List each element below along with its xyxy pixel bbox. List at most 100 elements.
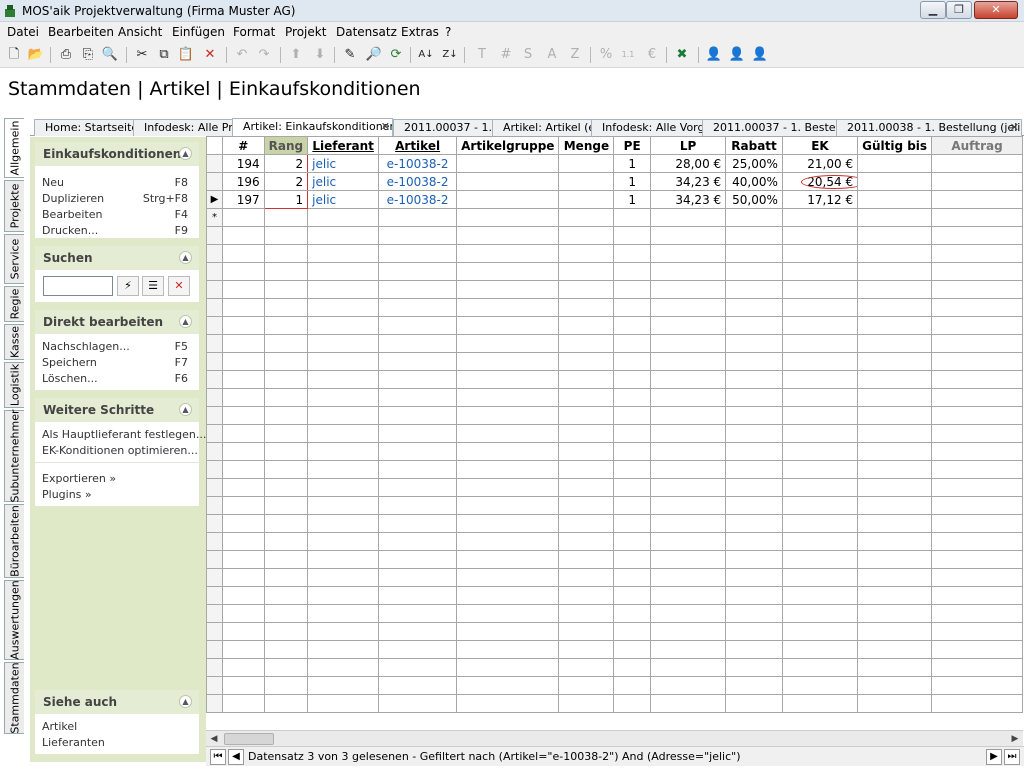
collapse-icon[interactable]: ▲ [179,695,192,708]
table-row[interactable]: 196 2 jelic e-10038-2 1 34,23 € 40,00% 2… [206,172,1023,191]
doc-tab-infodesk-projekte[interactable]: Infodesk: Alle Proj [133,119,235,136]
vtab-bueroarbeiten[interactable]: Büroarbeiten [4,504,24,578]
doc-tab-home[interactable]: Home: Startseite [34,119,134,136]
cell-artikel[interactable]: e-10038-2 [378,154,458,173]
cell-pe[interactable]: 1 [613,190,651,209]
action-duplizieren[interactable]: Duplizieren [42,192,104,205]
col-header-menge[interactable]: Menge [558,136,615,155]
percent-icon[interactable]: % [596,45,616,65]
open-folder-icon[interactable]: 📂 [26,45,46,65]
row-indicator[interactable] [206,154,223,173]
cell-id[interactable]: 194 [222,154,265,173]
menu-format[interactable]: Format [233,25,275,39]
col-header-auftrag[interactable]: Auftrag [931,136,1023,155]
col-header-id[interactable]: # [222,136,265,155]
menu-datensatz[interactable]: Datensatz [336,25,397,39]
collapse-icon[interactable]: ▲ [179,315,192,328]
copy-icon[interactable]: ⧉ [154,45,174,65]
find-icon[interactable]: 🔎 [364,45,384,65]
sort-ascending-icon[interactable]: A↓ [416,45,436,65]
new-row[interactable]: * [206,208,1023,227]
move-down-icon[interactable]: ⬇ [310,45,330,65]
number-format-icon[interactable]: # [496,45,516,65]
horizontal-scrollbar[interactable]: ◀ ▶ [206,730,1023,746]
vtab-service[interactable]: Service [4,234,24,284]
cell-rang[interactable]: 2 [263,154,309,173]
col-header-rang[interactable]: Rang [263,136,309,155]
previous-record-icon[interactable]: ◀ [228,749,244,765]
menu-projekt[interactable]: Projekt [285,25,326,39]
print-icon[interactable]: ⎙ [56,45,76,65]
collapse-icon[interactable]: ▲ [179,147,192,160]
col-header-lp[interactable]: LP [649,136,727,155]
cell-ek[interactable]: 21,00 € [781,154,859,173]
doc-tab-infodesk-vorgaenge[interactable]: Infodesk: Alle Vorgän [591,119,703,136]
redo-icon[interactable]: ↷ [254,45,274,65]
cell-ek-highlighted[interactable]: 20,54 € [781,172,859,191]
vtab-regie[interactable]: Regie [4,286,24,322]
print-preview-icon[interactable]: 🔍 [100,45,120,65]
cell-rabatt[interactable]: 50,00% [725,190,783,209]
link-lieferanten[interactable]: Lieferanten [42,736,105,749]
search-input[interactable] [43,276,113,296]
paste-icon[interactable]: 📋 [176,45,196,65]
cell-artikelgruppe[interactable] [456,154,560,173]
close-tab-icon[interactable]: ✕ [1010,120,1019,135]
menu-extras[interactable]: Extras [401,25,439,39]
close-tab-icon[interactable]: ✕ [381,119,390,134]
cell-gueltig-bis[interactable] [857,190,933,209]
user-blue-icon[interactable]: 👤 [704,45,724,65]
filter-list-icon[interactable]: ☰ [142,276,164,296]
action-nachschlagen[interactable]: Nachschlagen... [42,340,130,353]
cell-menge[interactable] [558,190,615,209]
doc-tab-einkaufskonditionen[interactable]: Artikel: Einkaufskonditionen ✕ [232,118,393,136]
cell-rang[interactable]: 2 [263,172,309,191]
cell-auftrag[interactable] [931,190,1023,209]
cell-auftrag[interactable] [931,154,1023,173]
sort-descending-icon[interactable]: Z↓ [440,45,460,65]
action-neu[interactable]: Neu [42,176,64,189]
action-hauptlieferant[interactable]: Als Hauptlieferant festlegen... [42,428,206,441]
menu-ansicht[interactable]: Ansicht [118,25,162,39]
cell-menge[interactable] [558,154,615,173]
table-row[interactable]: 194 2 jelic e-10038-2 1 28,00 € 25,00% 2… [206,154,1023,173]
cell-lp[interactable]: 34,23 € [649,172,727,191]
user-yellow-icon[interactable]: 👤 [727,45,747,65]
last-record-icon[interactable]: ⏭ [1004,749,1020,765]
doc-tab-artikel[interactable]: Artikel: Artikel (e-1 [492,119,594,136]
col-header-artikelgruppe[interactable]: Artikelgruppe [456,136,560,155]
cell-lieferant[interactable]: jelic [307,190,380,209]
action-drucken[interactable]: Drucken... [42,224,98,237]
scrollbar-thumb[interactable] [224,733,274,745]
scroll-left-icon[interactable]: ◀ [206,731,222,747]
numbering-icon[interactable]: 1.1 [618,45,638,65]
cell-artikelgruppe[interactable] [456,172,560,191]
cut-icon[interactable]: ✂ [132,45,152,65]
first-record-icon[interactable]: ⏮ [210,749,226,765]
cell-artikel[interactable]: e-10038-2 [378,172,458,191]
collapse-icon[interactable]: ▲ [179,403,192,416]
current-row-arrow-icon[interactable]: ▶ [206,190,223,209]
delete-icon[interactable]: ✕ [200,45,220,65]
vtab-stammdaten[interactable]: Stammdaten [4,662,24,734]
edit-pencil-icon[interactable]: ✎ [340,45,360,65]
cell-id[interactable]: 197 [222,190,265,209]
col-header-artikel[interactable]: Artikel [378,136,458,155]
cell-rabatt[interactable]: 40,00% [725,172,783,191]
action-speichern[interactable]: Speichern [42,356,97,369]
action-plugins[interactable]: Plugins » [42,488,92,501]
vtab-allgemein[interactable]: Allgemein [4,118,24,178]
cell-gueltig-bis[interactable] [857,172,933,191]
maximize-button[interactable]: ❐ [946,1,972,19]
new-document-icon[interactable]: 🗋 [4,45,24,65]
move-up-icon[interactable]: ⬆ [286,45,306,65]
menu-help[interactable]: ? [445,25,451,39]
doc-tab-2011-00037[interactable]: 2011.00037 - 1. B [393,119,494,136]
col-header-lieferant[interactable]: Lieferant [307,136,380,155]
action-exportieren[interactable]: Exportieren » [42,472,116,485]
excel-export-icon[interactable]: ✖ [672,45,692,65]
close-window-button[interactable]: ✕ [974,1,1018,19]
vtab-subunternehmer[interactable]: Subunternehmer [4,409,24,503]
cell-lp[interactable]: 34,23 € [649,190,727,209]
cell-id[interactable]: 196 [222,172,265,191]
